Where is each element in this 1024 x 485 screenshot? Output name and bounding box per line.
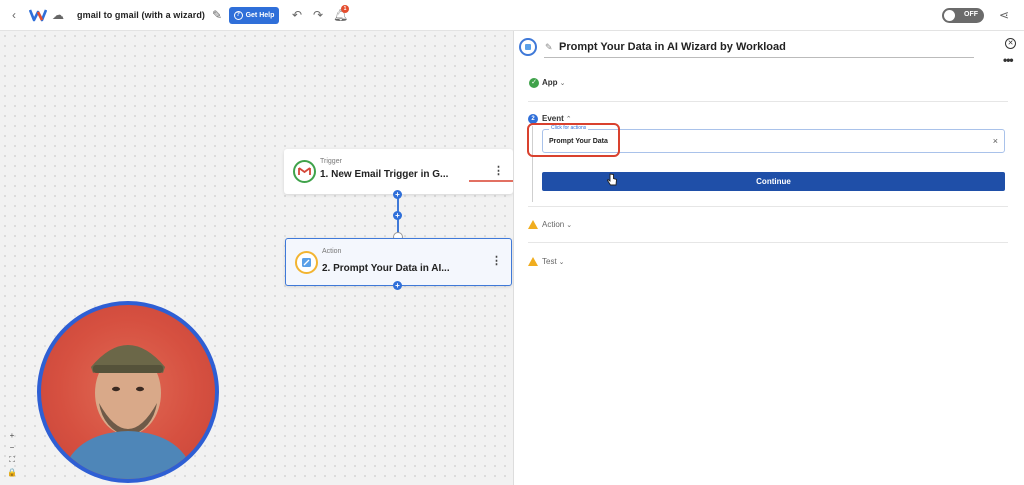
section-app-label: App <box>542 78 558 87</box>
workflow-title[interactable]: gmail to gmail (with a wizard) <box>77 10 205 20</box>
step-config-panel: ✎ Prompt Your Data in AI Wizard by Workl… <box>513 31 1024 485</box>
divider <box>528 101 1008 102</box>
divider <box>528 242 1008 243</box>
back-icon[interactable]: ‹ <box>12 8 16 22</box>
divider <box>528 206 1008 207</box>
chevron-down-icon: ⌄ <box>566 222 573 229</box>
add-step-button[interactable]: + <box>393 211 402 220</box>
presenter-webcam <box>37 301 219 483</box>
action-more-icon[interactable]: ⋮ <box>491 255 502 267</box>
trigger-name: 1. New Email Trigger in G... <box>320 169 449 180</box>
gmail-icon <box>293 160 316 183</box>
pencil-icon[interactable]: ✎ <box>212 8 222 22</box>
toggle-label: OFF <box>964 11 978 18</box>
section-event[interactable]: Event ⌃ <box>542 114 572 123</box>
redo-icon[interactable]: ↷ <box>313 8 323 22</box>
hand-cursor-icon <box>606 173 617 186</box>
ai-wizard-icon <box>295 251 318 274</box>
panel-title[interactable]: Prompt Your Data in AI Wizard by Workloa… <box>559 41 786 53</box>
warning-icon <box>528 220 538 229</box>
cloud-icon: ☁ <box>52 8 64 22</box>
trigger-kind: Trigger <box>320 158 342 165</box>
help-icon: ? <box>233 11 243 20</box>
zoom-out-icon[interactable]: − <box>10 443 15 452</box>
section-action-label: Action <box>542 220 565 229</box>
add-step-button-top[interactable]: + <box>393 190 402 199</box>
pencil-icon[interactable]: ✎ <box>545 42 553 53</box>
ai-wizard-icon <box>519 38 537 56</box>
add-step-button-bottom[interactable]: + <box>393 281 402 290</box>
lock-icon[interactable]: 🔒 <box>7 468 17 477</box>
zoom-controls: + − ⛶ 🔒 <box>6 431 18 477</box>
clear-icon[interactable]: × <box>993 136 998 146</box>
section-test-label: Test <box>542 257 557 266</box>
section-event-label: Event <box>542 114 564 123</box>
action-kind: Action <box>322 248 342 255</box>
toggle-knob <box>944 10 955 21</box>
section-app[interactable]: App ⌄ <box>542 78 565 87</box>
chevron-down-icon: ⌄ <box>558 259 565 266</box>
highlight-annotation <box>527 123 620 157</box>
action-name: 2. Prompt Your Data in AI... <box>322 263 450 274</box>
zoom-in-icon[interactable]: + <box>10 431 15 440</box>
check-icon: ✓ <box>529 78 539 88</box>
chevron-up-icon: ⌃ <box>565 116 572 123</box>
close-icon[interactable]: ✕ <box>1005 38 1016 49</box>
action-node[interactable]: Action 2. Prompt Your Data in AI... ⋮ <box>285 238 512 286</box>
workflow-toggle[interactable]: OFF <box>942 8 984 23</box>
share-icon[interactable]: ⋖ <box>999 8 1009 22</box>
notification-badge: 1 <box>341 5 349 13</box>
section-action[interactable]: Action ⌄ <box>542 220 572 229</box>
undo-icon[interactable]: ↶ <box>292 8 302 22</box>
trigger-node[interactable]: Trigger 1. New Email Trigger in G... ⋮ <box>284 149 513 194</box>
more-icon[interactable]: ••• <box>1003 53 1014 67</box>
title-underline <box>544 57 974 58</box>
chevron-down-icon: ⌄ <box>559 80 566 87</box>
top-bar: ‹ ☁ gmail to gmail (with a wizard) ✎ ? G… <box>0 0 1024 31</box>
workload-logo-icon[interactable] <box>29 8 47 22</box>
get-help-button[interactable]: ? Get Help <box>229 7 279 24</box>
section-test[interactable]: Test ⌄ <box>542 257 565 266</box>
get-help-label: Get Help <box>245 12 275 19</box>
fit-view-icon[interactable]: ⛶ <box>9 455 15 465</box>
warning-icon <box>528 257 538 266</box>
